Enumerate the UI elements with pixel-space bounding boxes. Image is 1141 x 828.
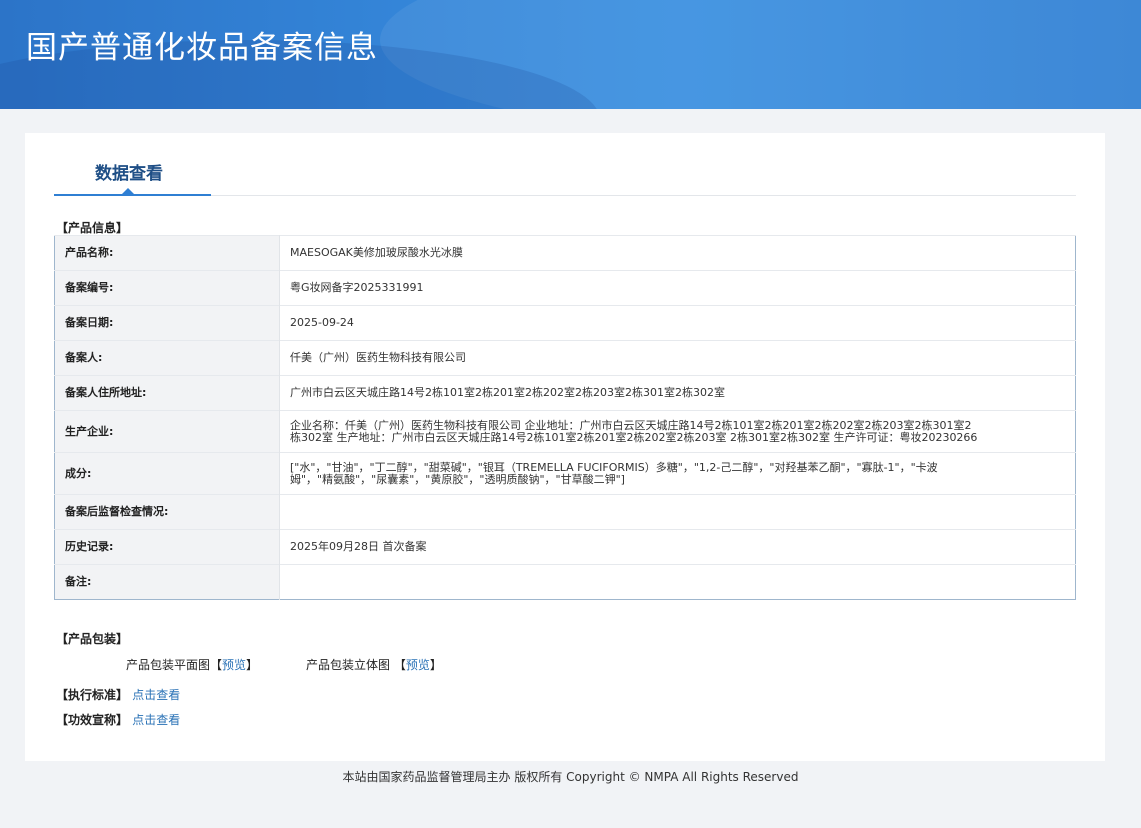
package-flat-item: 产品包装平面图【预览】 (126, 656, 258, 673)
table-row: 成分: ["水"，"甘油"，"丁二醇"，"甜菜碱"，"银耳（TREMELLA F… (54, 452, 1076, 495)
row-value: 企业名称：仟美（广州）医药生物科技有限公司 企业地址：广州市白云区天城庄路14号… (279, 410, 1076, 453)
package-3d-label: 产品包装立体图 (306, 658, 391, 672)
row-value: ["水"，"甘油"，"丁二醇"，"甜菜碱"，"银耳（TREMELLA FUCIF… (279, 452, 1076, 495)
row-label: 产品名称: (54, 235, 280, 271)
table-row: 生产企业: 企业名称：仟美（广州）医药生物科技有限公司 企业地址：广州市白云区天… (54, 410, 1076, 453)
row-label: 备案日期: (54, 305, 280, 341)
standard-row: 【执行标准】 点击查看 (56, 686, 180, 703)
row-label: 备案后监督检查情况: (54, 494, 280, 530)
row-label: 历史记录: (54, 529, 280, 565)
package-3d-preview-link[interactable]: 预览 (406, 658, 430, 672)
product-info-heading: 【产品信息】 (56, 221, 129, 235)
value-line: ["水"，"甘油"，"丁二醇"，"甜菜碱"，"银耳（TREMELLA FUCIF… (290, 460, 938, 474)
table-row: 历史记录: 2025年09月28日 首次备案 (54, 529, 1076, 565)
packaging-heading: 【产品包装】 (56, 632, 129, 646)
bracket-close: 】 (429, 658, 442, 672)
row-label: 备案人住所地址: (54, 375, 280, 411)
table-row: 备案编号: 粤G妆网备字2025331991 (54, 270, 1076, 306)
table-row: 产品名称: MAESOGAK美修加玻尿酸水光冰膜 (54, 235, 1076, 271)
row-label: 备注: (54, 564, 280, 600)
tab-label: 数据查看 (95, 164, 163, 184)
row-value (279, 564, 1076, 600)
product-info-table: 产品名称: MAESOGAK美修加玻尿酸水光冰膜 备案编号: 粤G妆网备字202… (54, 235, 1076, 600)
value-line: 姆"，"精氨酸"，"尿囊素"，"黄原胶"，"透明质酸钠"，"甘草酸二钾"] (290, 472, 625, 486)
row-label: 成分: (54, 452, 280, 495)
package-flat-label: 产品包装平面图 (126, 658, 211, 672)
efficacy-row: 【功效宣称】 点击查看 (56, 711, 180, 728)
table-row: 备案人住所地址: 广州市白云区天城庄路14号2栋101室2栋201室2栋202室… (54, 375, 1076, 411)
value-line: 栋302室 生产地址：广州市白云区天城庄路14号2栋101室2栋201室2栋20… (290, 430, 978, 444)
package-3d-item: 产品包装立体图 【预览】 (306, 656, 442, 673)
table-row: 备案日期: 2025-09-24 (54, 305, 1076, 341)
page-title: 国产普通化妆品备案信息 (26, 30, 378, 66)
row-value: 仟美（广州）医药生物科技有限公司 (279, 340, 1076, 376)
tab-caret-icon (122, 188, 134, 194)
efficacy-view-link[interactable]: 点击查看 (132, 713, 180, 727)
bracket-close: 】 (246, 658, 259, 672)
row-value: 广州市白云区天城庄路14号2栋101室2栋201室2栋202室2栋203室2栋3… (279, 375, 1076, 411)
footer-copyright: 本站由国家药品监督管理局主办 版权所有 Copyright © NMPA All… (342, 770, 799, 784)
row-value: 2025年09月28日 首次备案 (279, 529, 1076, 565)
row-value: 粤G妆网备字2025331991 (279, 270, 1076, 306)
value-line: 企业名称：仟美（广州）医药生物科技有限公司 企业地址：广州市白云区天城庄路14号… (290, 418, 972, 432)
package-flat-preview-link[interactable]: 预览 (222, 658, 246, 672)
table-row: 备案人: 仟美（广州）医药生物科技有限公司 (54, 340, 1076, 376)
row-label: 备案人: (54, 340, 280, 376)
row-value (279, 494, 1076, 530)
row-label: 备案编号: (54, 270, 280, 306)
bracket-open: 【 (210, 658, 223, 672)
row-label: 生产企业: (54, 410, 280, 453)
tab-data-view[interactable]: 数据查看 (55, 133, 211, 195)
standard-heading: 【执行标准】 (56, 688, 129, 702)
row-value: 2025-09-24 (279, 305, 1076, 341)
standard-view-link[interactable]: 点击查看 (132, 688, 180, 702)
table-row: 备案后监督检查情况: (54, 494, 1076, 530)
efficacy-heading: 【功效宣称】 (56, 713, 129, 727)
table-row: 备注: (54, 564, 1076, 600)
row-value: MAESOGAK美修加玻尿酸水光冰膜 (279, 235, 1076, 271)
tab-active-indicator (54, 194, 211, 196)
bracket-open: 【 (390, 658, 406, 672)
content-panel: 数据查看 【产品信息】 产品名称: MAESOGAK美修加玻尿酸水光冰膜 备案编… (25, 133, 1105, 761)
header-banner: 国产普通化妆品备案信息 (0, 0, 1141, 109)
